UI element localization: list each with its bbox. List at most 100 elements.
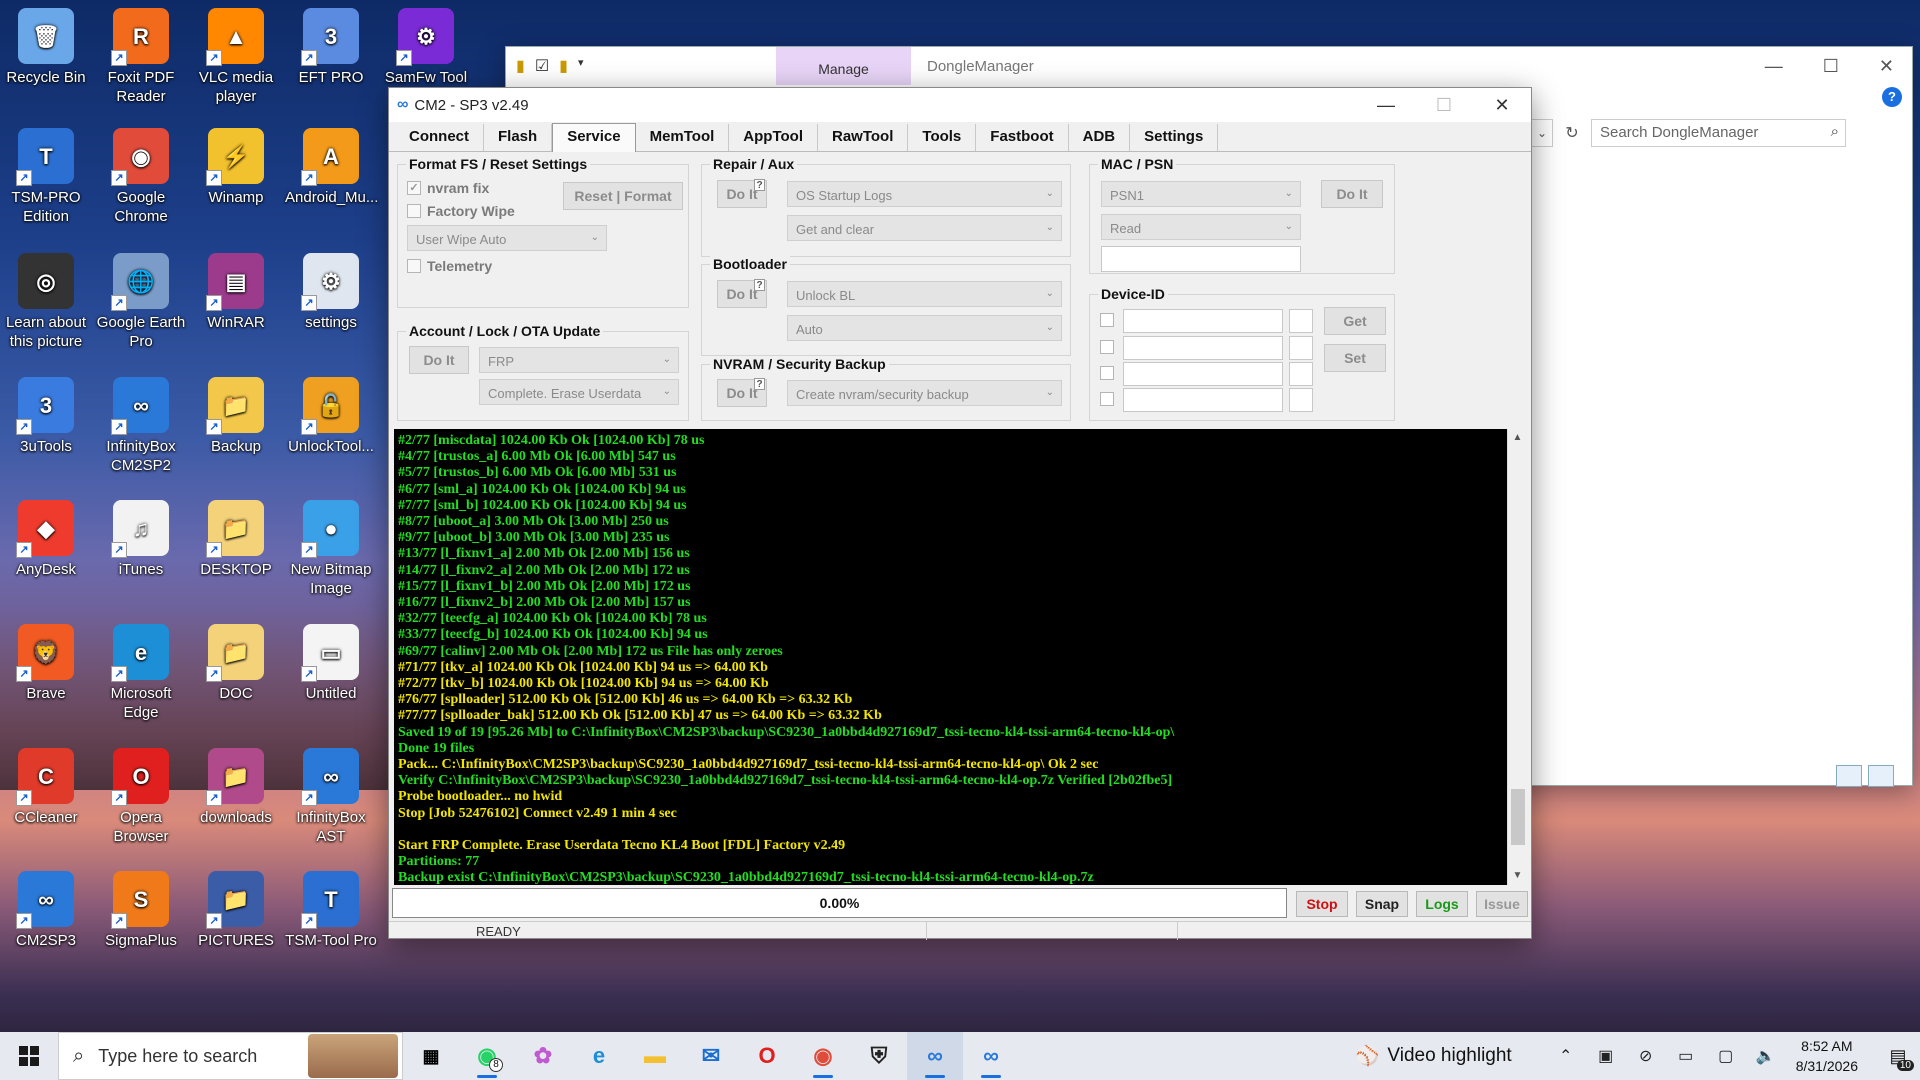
infinity-taskbar-icon[interactable]: ∞ [963, 1032, 1019, 1080]
clock[interactable]: 8:52 AM 8/31/2026 [1786, 1036, 1876, 1076]
wipe-mode-select[interactable]: User Wipe Auto ⌄ [407, 225, 607, 251]
desktop-icon[interactable]: 3 ↗ 3uTools [0, 377, 92, 456]
opera-icon[interactable]: O [739, 1032, 795, 1080]
issue-button[interactable]: Issue [1476, 891, 1528, 917]
mac-psn-action-select[interactable]: Read ⌄ [1101, 214, 1301, 240]
telemetry-checkbox[interactable]: Telemetry [407, 258, 492, 274]
scroll-up-icon[interactable]: ▲ [1508, 429, 1527, 447]
tab-adb[interactable]: ADB [1069, 124, 1131, 151]
large-icons-view-icon[interactable] [1868, 765, 1894, 787]
device-id-get-button[interactable]: Get [1324, 307, 1386, 335]
properties-check-icon[interactable]: ☑ [535, 56, 549, 76]
maximize-icon[interactable]: ☐ [1823, 56, 1839, 77]
task-view-icon[interactable]: ▦ [403, 1032, 459, 1080]
battery-icon[interactable]: ▭ [1666, 1046, 1706, 1066]
repair-mode-select[interactable]: OS Startup Logs ⌄ [787, 181, 1062, 207]
help-icon[interactable]: ? [754, 179, 765, 191]
chevron-up-icon[interactable]: ⌃ [1546, 1046, 1586, 1066]
bootloader-mode-select[interactable]: Unlock BL ⌄ [787, 281, 1062, 307]
device-icon[interactable]: ▣ [1586, 1046, 1626, 1066]
tab-rawtool[interactable]: RawTool [818, 124, 909, 151]
device-id-checkbox[interactable] [1100, 366, 1114, 380]
desktop-icon[interactable]: ▭ ↗ Untitled [285, 624, 377, 703]
outlook-icon[interactable]: ✉ [683, 1032, 739, 1080]
bootloader-action-select[interactable]: Auto ⌄ [787, 315, 1062, 341]
details-view-icon[interactable] [1836, 765, 1862, 787]
minimize-icon[interactable]: — [1357, 95, 1415, 116]
tab-tools[interactable]: Tools [908, 124, 977, 151]
copilot-icon[interactable]: ✿ [515, 1032, 571, 1080]
cm2sp3-taskbar-icon[interactable]: ∞ [907, 1032, 963, 1080]
device-id-checkbox[interactable] [1100, 340, 1114, 354]
account-action-select[interactable]: Complete. Erase Userdata ⌄ [479, 379, 679, 405]
log-scrollbar[interactable]: ▲ ▼ [1507, 429, 1527, 885]
close-icon[interactable]: ✕ [1879, 56, 1894, 77]
tab-apptool[interactable]: AppTool [729, 124, 818, 151]
tab-service[interactable]: Service [552, 123, 636, 152]
tab-memtool[interactable]: MemTool [636, 124, 730, 151]
search-input[interactable]: Search DongleManager ⌕ [1591, 119, 1846, 147]
tab-manage[interactable]: Manage [776, 47, 911, 85]
reset-format-button[interactable]: Reset | Format [563, 182, 683, 210]
desktop-icon[interactable]: 📁 ↗ DESKTOP [190, 500, 282, 579]
desktop-icon[interactable]: 3 ↗ EFT PRO [285, 8, 377, 87]
notification-icon[interactable]: ▤ 10 [1876, 1046, 1920, 1071]
whatsapp-icon[interactable]: ◉ 8 [459, 1032, 515, 1080]
new-folder-icon[interactable]: ▮ [559, 56, 568, 76]
repair-do-it-button[interactable]: Do It? [717, 179, 767, 208]
desktop-icon[interactable]: 📁 ↗ downloads [190, 748, 282, 827]
desktop-icon[interactable]: O ↗ Opera Browser [95, 748, 187, 846]
search-highlight-image[interactable] [308, 1034, 398, 1078]
help-icon[interactable]: ? [754, 378, 765, 390]
desktop-icon[interactable]: S ↗ SigmaPlus [95, 871, 187, 950]
device-id-small-field[interactable] [1289, 362, 1313, 386]
tab-fastboot[interactable]: Fastboot [976, 124, 1069, 151]
help-icon[interactable]: ? [1882, 87, 1902, 107]
account-mode-select[interactable]: FRP ⌄ [479, 347, 679, 373]
security-shield-icon[interactable]: ⛨ [851, 1032, 907, 1080]
desktop-icon[interactable]: ⚙ ↗ settings [285, 253, 377, 332]
desktop-icon[interactable]: A ↗ Android_Mu... [285, 128, 378, 207]
cm2-window[interactable]: ∞ CM2 - SP3 v2.49 — ☐ ✕ Connect Flash Serv… [388, 87, 1532, 940]
desktop-icon[interactable]: ⚙ ↗ SamFw Tool [380, 8, 472, 87]
close-icon[interactable]: ✕ [1473, 95, 1531, 116]
desktop-icon[interactable]: 🦁 ↗ Brave [0, 624, 92, 703]
nvram-mode-select[interactable]: Create nvram/security backup ⌄ [787, 380, 1062, 406]
bootloader-do-it-button[interactable]: Do It? [717, 279, 767, 308]
file-explorer-icon[interactable]: ▬ [627, 1032, 683, 1080]
desktop-icon[interactable]: ◆ ↗ AnyDesk [0, 500, 92, 579]
chevron-down-icon[interactable]: ⌄ [1531, 119, 1553, 147]
logs-button[interactable]: Logs [1416, 891, 1468, 917]
desktop-icon[interactable]: T ↗ TSM-PRO Edition [0, 128, 92, 226]
video-highlight-widget[interactable]: ⚾ Video highlight [1356, 1044, 1546, 1068]
folder-icon[interactable]: ▮ [516, 56, 525, 76]
device-id-field[interactable] [1123, 309, 1283, 333]
device-id-small-field[interactable] [1289, 388, 1313, 412]
desktop-icon[interactable]: ∞ ↗ CM2SP3 [0, 871, 92, 950]
chrome-icon[interactable]: ◉ [795, 1032, 851, 1080]
desktop-icon[interactable]: T ↗ TSM-Tool Pro [285, 871, 377, 950]
account-do-it-button[interactable]: Do It [409, 346, 469, 374]
device-id-checkbox[interactable] [1100, 313, 1114, 327]
mac-psn-value-field[interactable] [1101, 246, 1301, 272]
desktop-icon[interactable]: 📁 ↗ Backup [190, 377, 282, 456]
edge-icon[interactable]: e [571, 1032, 627, 1080]
desktop-icon[interactable]: ♫ ↗ iTunes [95, 500, 187, 579]
nvram-do-it-button[interactable]: Do It? [717, 378, 767, 407]
repair-action-select[interactable]: Get and clear ⌄ [787, 215, 1062, 241]
tab-settings[interactable]: Settings [1130, 124, 1219, 151]
device-id-set-button[interactable]: Set [1324, 344, 1386, 372]
qat-dropdown-icon[interactable]: ▾ [578, 56, 584, 76]
desktop-icon[interactable]: ▲ ↗ VLC media player [190, 8, 282, 106]
device-id-field[interactable] [1123, 388, 1283, 412]
device-id-checkbox[interactable] [1100, 392, 1114, 406]
desktop-icon[interactable]: ▤ ↗ WinRAR [190, 253, 282, 332]
desktop-icon[interactable]: ● ↗ New Bitmap Image [285, 500, 377, 598]
scroll-thumb[interactable] [1511, 789, 1525, 845]
maximize-icon[interactable]: ☐ [1415, 95, 1473, 116]
desktop-icon[interactable]: 📁 ↗ DOC [190, 624, 282, 703]
desktop-icon[interactable]: ∞ ↗ InfinityBox CM2SP2 [95, 377, 187, 475]
mac-psn-mode-select[interactable]: PSN1 ⌄ [1101, 181, 1301, 207]
start-button[interactable] [0, 1032, 58, 1080]
refresh-icon[interactable]: ↻ [1561, 119, 1583, 147]
